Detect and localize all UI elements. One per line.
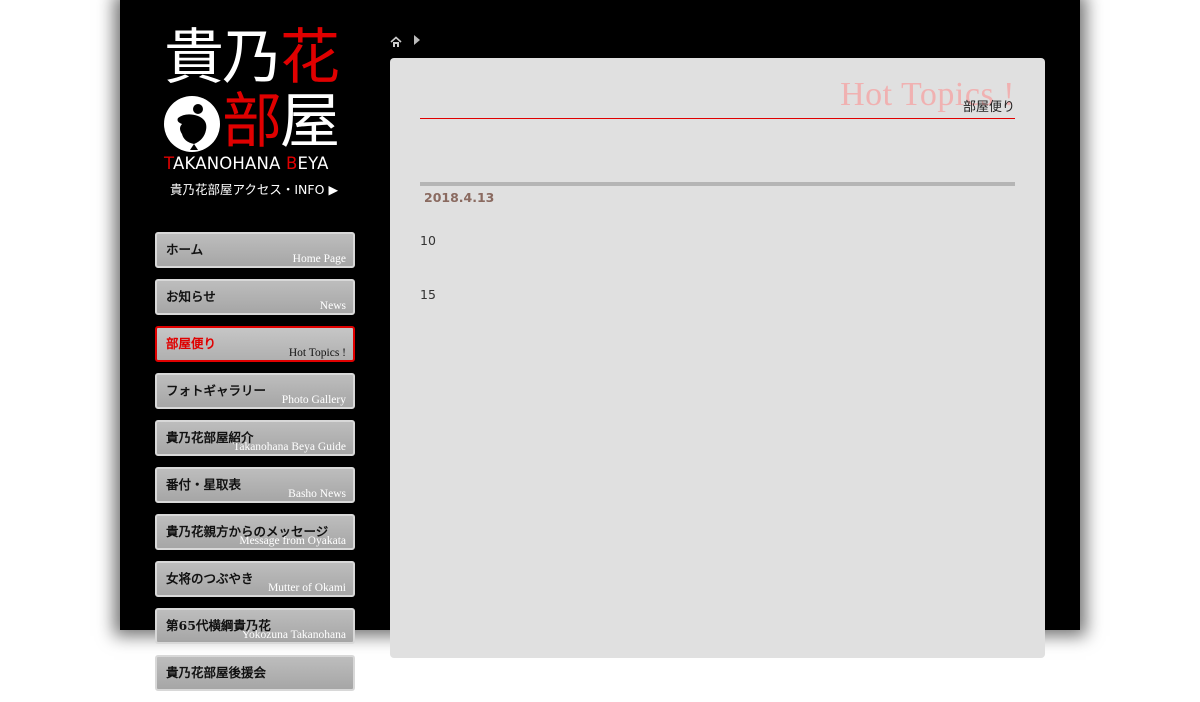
access-info-link[interactable]: 貴乃花部屋アクセス・INFO ▶ (170, 182, 339, 197)
nav-item-koenkai[interactable]: 貴乃花部屋後援会 (155, 655, 355, 691)
nav-label-en: Photo Gallery (281, 394, 346, 406)
nav-item-hot-topics[interactable]: 部屋便り Hot Topics ! (155, 326, 355, 362)
logo-line-1: 貴乃花 (164, 28, 340, 88)
roman-t: T (164, 154, 173, 173)
nav-item-okami-mutter[interactable]: 女将のつぶやき Mutter of Okami (155, 561, 355, 597)
nav-item-basho-news[interactable]: 番付・星取表 Basho News (155, 467, 355, 503)
breadcrumb-arrow-icon (414, 35, 420, 45)
logo-roman: TAKANOHANA BEYA (164, 154, 329, 173)
nav-label-jp: 番付・星取表 (166, 477, 242, 492)
nav-label-jp: フォトギャラリー (166, 383, 267, 398)
nav-label-en: Takanohana Beya Guide (233, 441, 346, 453)
sidebar-nav: ホーム Home Page お知らせ News 部屋便り Hot Topics ! フ… (155, 232, 355, 702)
section-heading: Hot Topics ! 部屋便り (420, 76, 1015, 119)
nav-item-beya-guide[interactable]: 貴乃花部屋紹介 Takanohana Beya Guide (155, 420, 355, 456)
heading-jp: 部屋便り (962, 100, 1015, 115)
page-frame: 貴乃花 部屋 TAKANOHANA BEYA 貴乃花部屋アクセス・INFO ▶ ホ… (120, 0, 1080, 691)
nav-label-en: News (319, 300, 346, 312)
nav-label-en: Basho News (288, 488, 346, 500)
nav-label-en: Mutter of Okami (268, 582, 346, 594)
access-label: 貴乃花部屋アクセス・INFO (170, 182, 325, 197)
nav-label-en: Message from Oyakata (239, 535, 346, 547)
roman-b: B (286, 154, 298, 173)
nav-item-home[interactable]: ホーム Home Page (155, 232, 355, 268)
nav-label-jp: ホーム (166, 242, 204, 257)
nav-label-jp: 女将のつぶやき (166, 571, 254, 586)
logo-text-white-2: 屋 (280, 87, 340, 157)
roman-akanohana: AKANOHANA (173, 154, 287, 173)
nav-label-jp: 部屋便り (166, 336, 217, 351)
logo-line-2: 部屋 (164, 92, 340, 152)
post-divider (420, 182, 1015, 186)
play-arrow-icon: ▶ (328, 182, 339, 197)
logo-text-red-2: 部 (222, 87, 282, 157)
nav-label-jp: 貴乃花部屋後援会 (166, 665, 267, 680)
nav-item-yokozuna[interactable]: 第65代横綱貴乃花 Yokozuna Takanohana (155, 608, 355, 644)
nav-label-en: Home Page (292, 253, 346, 265)
nav-item-photo-gallery[interactable]: フォトギャラリー Photo Gallery (155, 373, 355, 409)
roman-eya: EYA (297, 154, 329, 173)
post-text-line: 15 (420, 287, 436, 302)
content-panel: Hot Topics ! 部屋便り 2018.4.13 10 15 (390, 58, 1045, 658)
post-date: 2018.4.13 (424, 190, 495, 205)
nav-item-oyakata-message[interactable]: 貴乃花親方からのメッセージ Message from Oyakata (155, 514, 355, 550)
nav-label-jp: お知らせ (166, 289, 216, 304)
logo-text-red: 花 (280, 23, 340, 93)
nav-label-en: Hot Topics ! (288, 347, 346, 359)
nav-label-en: Yokozuna Takanohana (241, 629, 346, 641)
logo-text-white: 貴乃 (164, 23, 282, 93)
sumo-wrestler-icon (164, 96, 220, 152)
post-text-line: 10 (420, 233, 436, 248)
home-icon[interactable] (390, 33, 402, 47)
nav-item-news[interactable]: お知らせ News (155, 279, 355, 315)
